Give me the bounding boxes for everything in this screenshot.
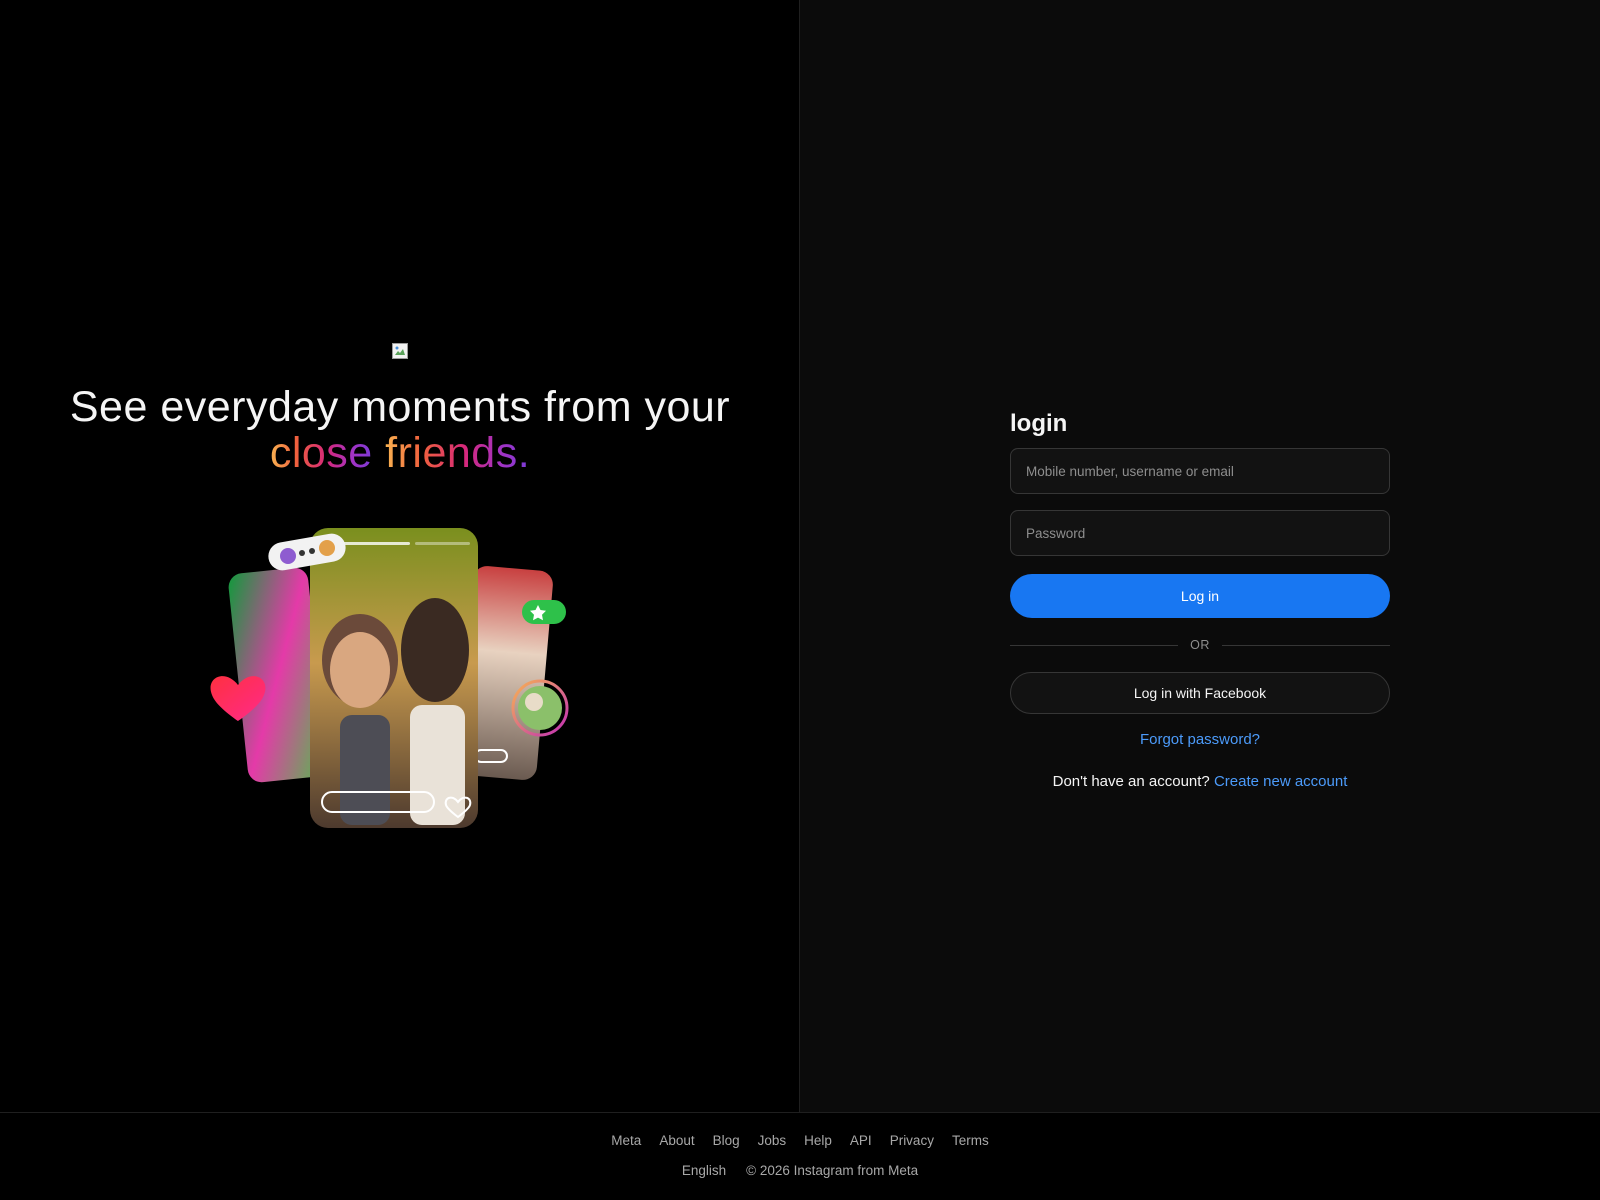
footer-link-jobs[interactable]: Jobs	[758, 1133, 787, 1148]
footer-links: Meta About Blog Jobs Help API Privacy Te…	[0, 1133, 1600, 1148]
hero-panel: See everyday moments from your close fri…	[0, 0, 800, 1112]
username-input[interactable]	[1010, 448, 1390, 494]
footer-link-meta[interactable]: Meta	[611, 1133, 641, 1148]
broken-image-icon	[392, 343, 408, 359]
or-text: OR	[1190, 638, 1210, 652]
hero-headline-word-friends: friends.	[385, 429, 531, 477]
or-divider: OR	[1010, 638, 1390, 652]
footer-bottom: English © 2026 Instagram from Meta	[0, 1163, 1600, 1178]
page: See everyday moments from your close fri…	[0, 0, 1600, 1200]
stories-collage-illustration	[210, 528, 569, 828]
no-account-text: Don't have an account?	[1052, 773, 1210, 790]
forgot-password-link[interactable]: Forgot password?	[1010, 730, 1390, 750]
hero-headline-word-close: close	[269, 429, 373, 477]
password-input[interactable]	[1010, 510, 1390, 556]
create-account-link[interactable]: Create new account	[1214, 773, 1347, 790]
facebook-login-button[interactable]: Log in with Facebook	[1010, 672, 1390, 714]
language-selector[interactable]: English	[682, 1163, 726, 1178]
hero-headline-line1: See everyday moments from your	[69, 383, 731, 431]
copyright: © 2026 Instagram from Meta	[746, 1163, 919, 1178]
divider-line-left	[1010, 644, 1179, 646]
footer-link-about[interactable]: About	[659, 1133, 694, 1148]
signup-prompt: Don't have an account? Create new accoun…	[1010, 772, 1390, 792]
login-form: login Log in OR Log in with Facebook For…	[1010, 410, 1390, 792]
footer-link-privacy[interactable]: Privacy	[890, 1133, 934, 1148]
footer: Meta About Blog Jobs Help API Privacy Te…	[0, 1112, 1600, 1200]
footer-link-terms[interactable]: Terms	[952, 1133, 989, 1148]
divider-line-right	[1221, 644, 1390, 646]
footer-link-help[interactable]: Help	[804, 1133, 832, 1148]
hero-headline: See everyday moments from your close fri…	[20, 384, 780, 476]
login-title: login	[1010, 410, 1068, 437]
footer-link-blog[interactable]: Blog	[713, 1133, 740, 1148]
footer-link-api[interactable]: API	[850, 1133, 872, 1148]
login-button[interactable]: Log in	[1010, 574, 1390, 618]
